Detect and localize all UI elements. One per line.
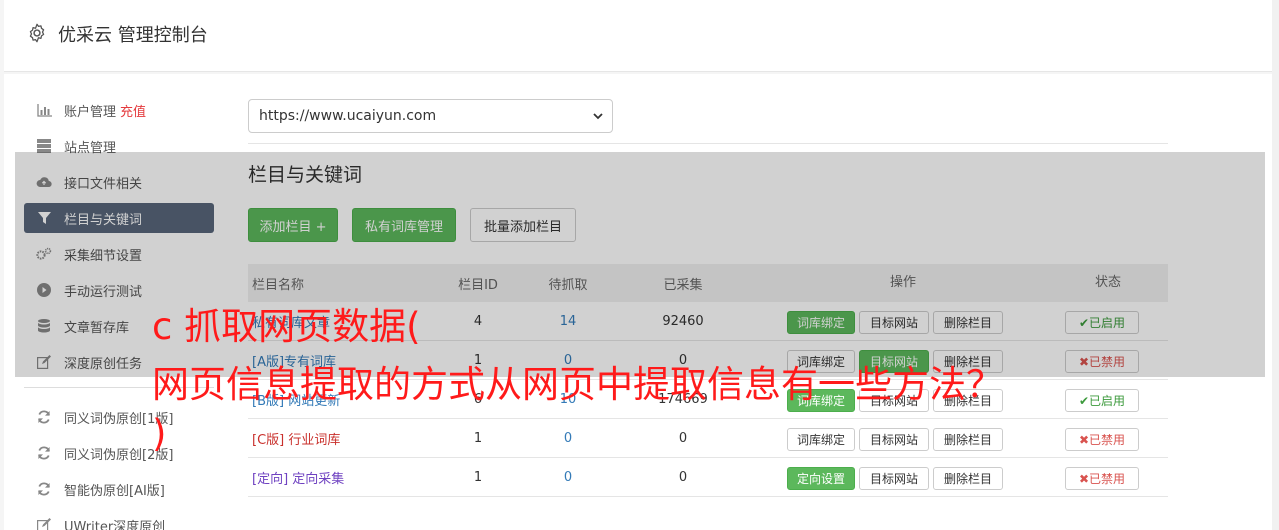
row-status: ✖ 已禁用 <box>1048 458 1168 496</box>
overlay-headline-line2: 网页信息提取的方式从网页中提取信息有一些方法？ <box>152 363 1003 406</box>
row-ops: 词库绑定 目标网站 删除栏目 <box>758 419 1048 457</box>
sidebar-item-account[interactable]: 账户管理 充值 <box>24 95 214 125</box>
row-name-text[interactable]: 行业词库 <box>288 433 340 448</box>
refresh-icon <box>36 445 52 461</box>
row-pending[interactable]: 0 <box>528 431 608 446</box>
row-tag: [定向] <box>252 471 289 487</box>
status-disabled-button[interactable]: ✖ 已禁用 <box>1065 428 1139 451</box>
sidebar-item-synonym-v2[interactable]: 同义词伪原创[2版] <box>24 438 214 468</box>
row-collected: 0 <box>678 430 688 446</box>
table-row: [C版] 行业词库 1 0 0 词库绑定 目标网站 删除栏目 ✖ 已禁用 <box>248 419 1168 458</box>
sidebar-item-smart-ai[interactable]: 智能伪原创[AI版] <box>24 474 214 504</box>
close-icon: ✖ <box>1078 471 1090 486</box>
status-label: 已禁用 <box>1089 433 1126 447</box>
row-tag: [C版] <box>252 432 285 448</box>
row-pending[interactable]: 0 <box>528 470 608 485</box>
refresh-icon <box>36 409 52 425</box>
refresh-icon <box>36 481 52 497</box>
row-collected: 0 <box>678 469 688 485</box>
delete-column-button[interactable]: 删除栏目 <box>933 428 1003 451</box>
recharge-link[interactable]: 充值 <box>120 101 146 120</box>
sidebar-item-label: 账户管理 <box>64 104 117 120</box>
overlay-headline-line1: c 抓取网页数据( <box>152 305 421 348</box>
divider <box>248 143 1168 144</box>
target-site-button[interactable]: 目标网站 <box>859 428 929 451</box>
row-id: 1 <box>473 430 483 446</box>
gear-icon <box>29 23 45 43</box>
site-select-value: https://www.ucaiyun.com <box>259 108 437 124</box>
chevron-down-icon <box>593 113 603 120</box>
row-ops: 定向设置 目标网站 删除栏目 <box>758 458 1048 496</box>
status-label: 已禁用 <box>1089 472 1126 486</box>
edit-icon <box>36 517 52 530</box>
sidebar-item-uwriter[interactable]: UWriter深度原创 <box>24 510 214 530</box>
bind-lexicon-button[interactable]: 词库绑定 <box>787 428 855 451</box>
top-header: 优采云 管理控制台 <box>4 0 1274 72</box>
row-status: ✖ 已禁用 <box>1048 419 1168 457</box>
bar-chart-icon <box>36 102 52 118</box>
row-name[interactable]: [定向] 定向采集 <box>248 468 428 487</box>
table-row: [定向] 定向采集 1 0 0 定向设置 目标网站 删除栏目 ✖ 已禁用 <box>248 458 1168 497</box>
close-icon: ✖ <box>1078 432 1090 447</box>
sidebar-item-label: UWriter深度原创 <box>64 519 166 530</box>
directed-settings-button[interactable]: 定向设置 <box>787 467 855 490</box>
overlay-headline-line3: ) <box>152 412 167 455</box>
site-select[interactable]: https://www.ucaiyun.com <box>248 99 613 133</box>
row-id: 1 <box>473 469 483 485</box>
page-title: 优采云 管理控制台 <box>58 25 208 46</box>
row-name[interactable]: [C版] 行业词库 <box>248 429 428 448</box>
delete-column-button[interactable]: 删除栏目 <box>933 467 1003 490</box>
scrollbar[interactable] <box>1272 0 1279 530</box>
sidebar-item-label: 智能伪原创[AI版] <box>64 483 165 499</box>
row-name-text[interactable]: 定向采集 <box>292 472 344 487</box>
status-disabled-button[interactable]: ✖ 已禁用 <box>1065 467 1139 490</box>
check-icon: ✔ <box>1078 393 1090 408</box>
status-enabled-button[interactable]: ✔ 已启用 <box>1065 389 1139 412</box>
row-status: ✔ 已启用 <box>1048 380 1168 418</box>
status-label: 已启用 <box>1089 394 1126 408</box>
target-site-button[interactable]: 目标网站 <box>859 467 929 490</box>
